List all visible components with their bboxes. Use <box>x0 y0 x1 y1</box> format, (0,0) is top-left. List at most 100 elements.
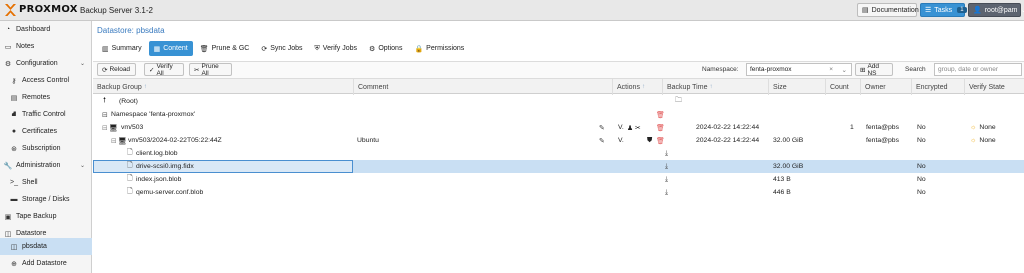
size: 413 B <box>773 176 791 183</box>
sidebar-item-traffic-control[interactable]: ⛘ Traffic Control <box>0 106 92 123</box>
reload-button[interactable]: ⟳ Reload <box>97 63 136 76</box>
content-toolbar: ⟳ Reload ✓ Verify All ✂ Prune All Namesp… <box>93 61 1024 78</box>
sidebar-item-configuration[interactable]: ⚙ Configuration ⌄ <box>0 55 92 72</box>
monitor-icon: 🖥 <box>118 137 127 145</box>
sidebar-item-access-control[interactable]: ⚷ Access Control <box>0 72 92 89</box>
sidebar-item-label: Remotes <box>22 94 51 101</box>
edit-icon[interactable]: ✎ <box>599 134 605 147</box>
sidebar-item-label: Notes <box>16 43 35 50</box>
encrypted: No <box>917 137 926 144</box>
scissors-icon[interactable]: ✂ <box>635 121 641 134</box>
documentation-button[interactable]: ▤ Documentation <box>857 3 919 17</box>
column-backup-time[interactable]: Backup Time ↑ <box>663 79 769 95</box>
trash-icon[interactable]: 🗑 <box>656 134 665 147</box>
table-row[interactable]: 🗋 drive-scsi0.img.fidx ⤓ 32.00 GiB No <box>93 160 1024 173</box>
user-menu-button[interactable]: 👤 root@pam ⌄ <box>968 3 1024 17</box>
table-row[interactable]: 🠕 (Root) 🗀 <box>93 95 1024 108</box>
gauge-icon: ◔ <box>5 26 11 33</box>
tab-options[interactable]: ⚙ Options <box>364 41 407 56</box>
folder-open-icon[interactable]: 🗀 <box>675 95 682 108</box>
refresh-icon: ⟳ <box>261 45 268 53</box>
table-row[interactable]: ⊟ Namespace 'fenta-proxmox' 🗑 <box>93 108 1024 121</box>
column-verify-state[interactable]: Verify State <box>965 79 1024 95</box>
sidebar-item-label: Traffic Control <box>22 111 66 118</box>
shield-icon[interactable]: ⛊ <box>647 134 652 147</box>
sidebar-item-add-datastore[interactable]: ⊕ Add Datastore <box>0 255 92 272</box>
chevron-down-icon[interactable]: ⌄ <box>842 66 847 74</box>
column-label: Backup Group <box>97 83 142 91</box>
sidebar-item-tape-backup[interactable]: ▣ Tape Backup <box>0 208 92 225</box>
tab-label: Prune & GC <box>211 45 250 52</box>
chevron-down-icon: ⌄ <box>1020 7 1024 14</box>
tab-verify-jobs[interactable]: ⛨ Verify Jobs <box>310 41 363 56</box>
tab-permissions[interactable]: 🔒 Permissions <box>409 41 469 56</box>
sidebar-item-notes[interactable]: ▭ Notes <box>0 38 92 55</box>
collapse-icon[interactable]: ⊟ <box>102 108 108 121</box>
sidebar-item-storage-disks[interactable]: ▬ Storage / Disks <box>0 191 92 208</box>
sidebar-item-dashboard[interactable]: ◔ Dashboard <box>0 21 92 38</box>
plus-icon: ⊕ <box>11 260 17 268</box>
tab-prune-gc[interactable]: 🗑 Prune & GC <box>195 41 255 56</box>
trash-icon[interactable]: 🗑 <box>656 121 665 134</box>
column-count[interactable]: Count <box>826 79 861 95</box>
row-name: client.log.blob <box>136 150 178 157</box>
reload-label: Reload <box>109 66 131 73</box>
column-size[interactable]: Size <box>769 79 826 95</box>
user-label: root@pam <box>984 6 1018 14</box>
book-icon: ▤ <box>862 7 869 14</box>
table-row[interactable]: 🗋 qemu-server.conf.blob ⤓ 446 B No <box>93 186 1024 199</box>
owner: fenta@pbs <box>866 137 899 144</box>
table-row[interactable]: ⊟ 🖥 vm/503 ✎ V. ♟ ✂ 🗑 2024-02-22 14:22:4… <box>93 121 1024 134</box>
sidebar-item-remotes[interactable]: ▤ Remotes <box>0 89 92 106</box>
verify-all-button[interactable]: ✓ Verify All <box>144 63 184 77</box>
tree-expander[interactable]: ⊟ <box>111 134 117 147</box>
column-label: Count <box>830 83 849 91</box>
sidebar-item-pbsdata[interactable]: ◫ pbsdata <box>0 238 92 255</box>
prune-all-label: Prune All <box>201 62 219 77</box>
table-row[interactable]: ⊟ 🖥 vm/503/2024-02-22T05:22:44Z Ubuntu ✎… <box>93 134 1024 147</box>
table-row[interactable]: 🗋 index.json.blob ⤓ 413 B No <box>93 173 1024 186</box>
tab-summary[interactable]: ▥ Summary <box>97 41 147 56</box>
column-label: Size <box>773 83 787 91</box>
backup-time: 2024-02-22 14:22:44 <box>696 124 760 131</box>
backup-time: 2024-02-22 14:22:44 <box>696 137 760 144</box>
grid-icon: ▦ <box>153 45 161 53</box>
sidebar-item-shell[interactable]: >_ Shell <box>0 174 92 191</box>
sidebar-item-certificates[interactable]: ● Certificates <box>0 123 92 140</box>
grid-header: Backup Group ↑ Comment Actions ↑ Backup Ti… <box>93 78 1024 95</box>
user-icon[interactable]: ♟ <box>627 121 633 134</box>
edit-icon[interactable]: ✎ <box>599 121 605 134</box>
column-comment[interactable]: Comment <box>354 79 613 95</box>
namespace-select[interactable]: fenta-proxmox × ⌄ <box>746 63 852 76</box>
sidebar-item-label: Shell <box>22 179 38 186</box>
verify-state: ☼ None <box>970 121 996 134</box>
prune-all-button[interactable]: ✂ Prune All <box>189 62 232 77</box>
download-icon[interactable]: ⤓ <box>665 173 668 186</box>
search-input[interactable]: group, date or owner <box>934 63 1022 76</box>
tab-sync-jobs[interactable]: ⟳ Sync Jobs <box>256 41 307 56</box>
clear-icon[interactable]: × <box>829 66 833 73</box>
tree-expander[interactable]: ⊟ <box>102 121 108 134</box>
download-icon[interactable]: ⤓ <box>665 160 668 173</box>
column-encrypted[interactable]: Encrypted <box>912 79 965 95</box>
column-actions[interactable]: Actions ↑ <box>613 79 663 95</box>
chevron-down-icon[interactable]: ⌄ <box>80 162 85 169</box>
sidebar: ◔ Dashboard ▭ Notes ⚙ Configuration ⌄ ⚷ … <box>0 21 92 273</box>
proxmox-logo[interactable]: PROXMOX <box>4 3 78 17</box>
table-row[interactable]: 🗋 client.log.blob ⤓ <box>93 147 1024 160</box>
tab-content[interactable]: ▦ Content <box>148 41 193 56</box>
verify-icon[interactable]: V. <box>618 121 624 134</box>
chevron-down-icon[interactable]: ⌄ <box>80 60 85 67</box>
column-backup-group[interactable]: Backup Group ↑ <box>93 79 354 95</box>
tasks-button[interactable]: ☰ Tasks 1 <box>920 3 967 17</box>
download-icon[interactable]: ⤓ <box>665 147 668 160</box>
sidebar-item-administration[interactable]: 🔧 Administration ⌄ <box>0 157 92 174</box>
add-ns-button[interactable]: ⊞ Add NS <box>855 63 893 77</box>
download-icon[interactable]: ⤓ <box>665 186 668 199</box>
verify-icon[interactable]: V. <box>618 134 624 147</box>
sort-arrow-icon: ↑ <box>709 84 713 90</box>
sidebar-item-label: Storage / Disks <box>22 196 70 203</box>
column-owner[interactable]: Owner <box>861 79 912 95</box>
trash-icon[interactable]: 🗑 <box>656 108 665 121</box>
sidebar-item-subscription[interactable]: ⊛ Subscription <box>0 140 92 157</box>
